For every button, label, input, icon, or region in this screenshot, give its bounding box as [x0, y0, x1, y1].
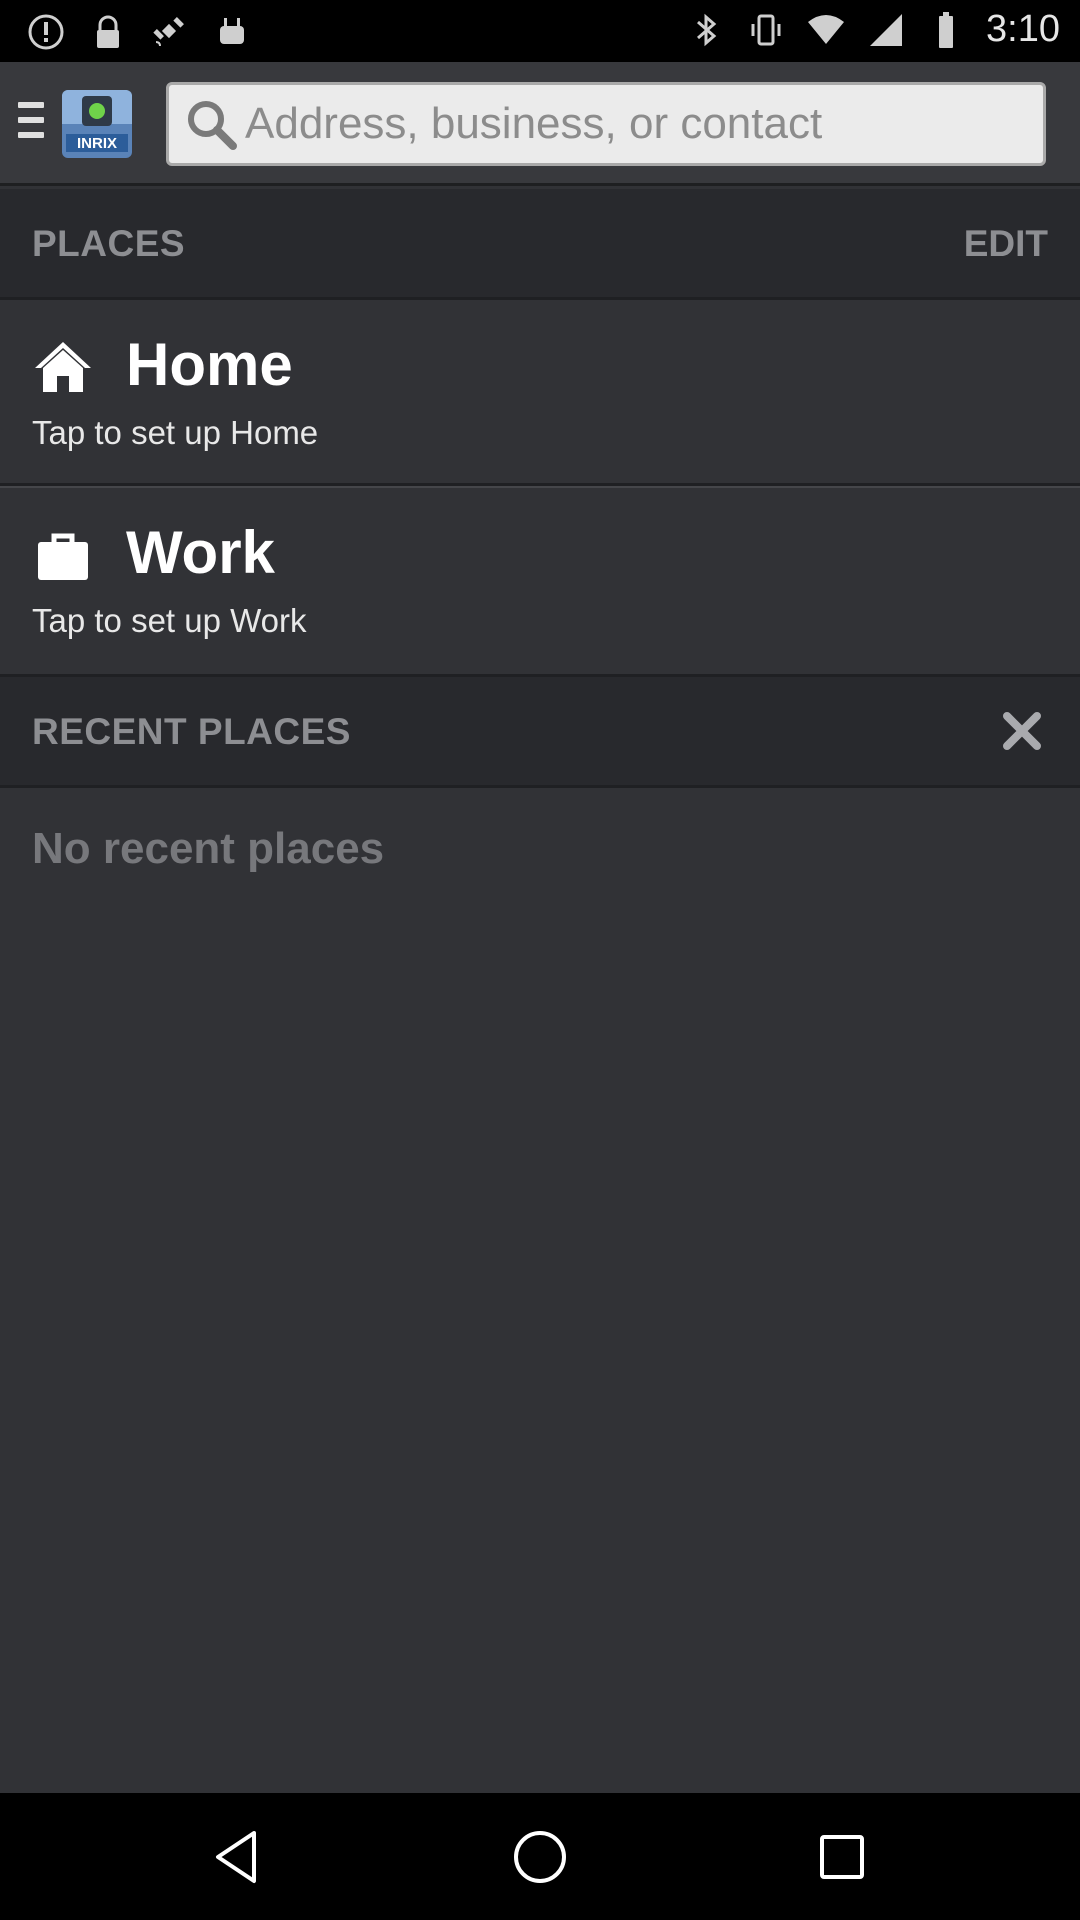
vibrate-icon: [751, 14, 781, 45]
place-subtitle: Tap to set up Home: [32, 414, 319, 451]
android-icon: [220, 18, 244, 44]
recent-places-title: RECENT PLACES: [32, 711, 351, 752]
satellite-icon: [153, 17, 184, 47]
search-bar[interactable]: [166, 82, 1046, 166]
place-title: Home: [126, 331, 293, 398]
menu-icon[interactable]: [18, 102, 44, 146]
place-title: Work: [126, 519, 275, 586]
status-bar: 3:10: [0, 0, 1080, 62]
alert-icon: [28, 14, 64, 50]
places-title: PLACES: [32, 223, 186, 264]
home-button-icon[interactable]: [508, 1825, 572, 1889]
recents-icon[interactable]: [810, 1825, 874, 1889]
recent-places-header: RECENT PLACES: [0, 677, 1080, 785]
clear-recents-close-icon[interactable]: [1000, 709, 1044, 753]
search-input[interactable]: [245, 99, 1025, 149]
navigation-bar: [0, 1793, 1080, 1920]
back-icon[interactable]: [206, 1825, 270, 1889]
search-icon: [188, 101, 237, 150]
place-item-home[interactable]: Home Tap to set up Home: [0, 300, 1080, 486]
wifi-icon: [808, 14, 845, 44]
status-time: 3:10: [986, 8, 1060, 50]
app-bar: INRIX: [0, 62, 1080, 186]
signal-icon: [870, 13, 903, 46]
places-header: PLACES EDIT: [0, 189, 1080, 297]
bluetooth-icon: [697, 13, 717, 46]
battery-icon: [939, 11, 954, 48]
place-subtitle: Tap to set up Work: [32, 602, 307, 639]
home-icon: [35, 342, 91, 392]
lock-icon: [97, 15, 119, 48]
inrix-logo[interactable]: INRIX: [62, 90, 132, 158]
briefcase-icon: [38, 533, 88, 580]
edit-button[interactable]: EDIT: [964, 223, 1048, 265]
svg-text:INRIX: INRIX: [77, 135, 117, 152]
empty-recent-message: No recent places: [32, 824, 385, 873]
place-item-work[interactable]: Work Tap to set up Work: [0, 488, 1080, 674]
